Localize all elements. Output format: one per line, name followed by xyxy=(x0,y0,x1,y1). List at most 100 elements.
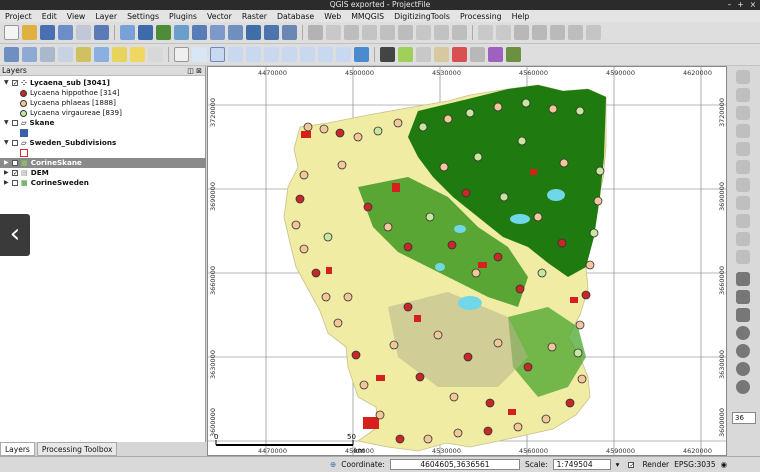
map-tips-icon[interactable] xyxy=(380,47,395,62)
print-composer-icon[interactable] xyxy=(76,25,91,40)
advanced-digitize-icon[interactable] xyxy=(736,308,750,322)
menu-help[interactable]: Help xyxy=(512,12,530,21)
plugin-icon[interactable] xyxy=(416,47,431,62)
messages-icon[interactable]: ◉ xyxy=(721,460,728,469)
menu-project[interactable]: Project xyxy=(5,12,32,21)
digitize-tool-icon[interactable] xyxy=(736,232,750,246)
undo-icon[interactable] xyxy=(478,25,493,40)
composer-manager-icon[interactable] xyxy=(94,25,109,40)
zoom-to-layer-icon[interactable] xyxy=(300,47,315,62)
advanced-digitize-icon[interactable] xyxy=(736,380,750,394)
add-wcs-layer-icon[interactable] xyxy=(246,25,261,40)
digitize-tool-icon[interactable] xyxy=(736,196,750,210)
select-features-icon[interactable] xyxy=(40,47,55,62)
menu-settings[interactable]: Settings xyxy=(127,12,159,21)
identify-icon[interactable] xyxy=(4,47,19,62)
move-feature-icon[interactable] xyxy=(362,25,377,40)
menu-raster[interactable]: Raster xyxy=(242,12,267,21)
save-edits-icon[interactable] xyxy=(326,25,341,40)
layer-visibility-checkbox[interactable]: ✓ xyxy=(12,80,18,87)
delete-selected-icon[interactable] xyxy=(398,25,413,40)
zoom-next-icon[interactable] xyxy=(336,47,351,62)
plugin-icon-2[interactable] xyxy=(434,47,449,62)
add-feature-icon[interactable] xyxy=(344,25,359,40)
python-console-icon[interactable] xyxy=(398,47,413,62)
add-vector-layer-icon[interactable] xyxy=(120,25,135,40)
text-annotation-icon[interactable] xyxy=(130,47,145,62)
digitize-tool-icon[interactable] xyxy=(736,88,750,102)
save-as-icon[interactable] xyxy=(58,25,73,40)
annotation-icon[interactable] xyxy=(112,47,127,62)
add-oracle-layer-icon[interactable] xyxy=(210,25,225,40)
add-mssql-layer-icon[interactable] xyxy=(192,25,207,40)
minimize-button[interactable]: – xyxy=(728,0,732,10)
advanced-digitize-icon[interactable] xyxy=(736,290,750,304)
menu-edit[interactable]: Edit xyxy=(42,12,57,21)
maximize-button[interactable]: + xyxy=(737,0,743,10)
expand-arrow-icon[interactable]: ▶ xyxy=(4,158,12,168)
pan-icon[interactable] xyxy=(174,47,189,62)
coordinate-icon[interactable]: ⊕ xyxy=(330,460,336,469)
panel-float-close-icon[interactable]: ◫ ⊠ xyxy=(187,66,202,76)
layer-corineskane[interactable]: ▶ ✓ ▦ CorineSkane xyxy=(0,158,206,168)
digitize-tool-icon[interactable] xyxy=(736,106,750,120)
menu-vector[interactable]: Vector xyxy=(207,12,232,21)
advanced-digitize-icon[interactable] xyxy=(736,272,750,286)
layer-visibility-checkbox[interactable]: ✓ xyxy=(12,160,18,167)
paste-features-icon[interactable] xyxy=(452,25,467,40)
open-project-icon[interactable] xyxy=(22,25,37,40)
layer-visibility-checkbox[interactable] xyxy=(12,140,18,146)
plugin-icon-3[interactable] xyxy=(452,47,467,62)
menu-web[interactable]: Web xyxy=(324,12,341,21)
expand-arrow-icon[interactable]: ▼ xyxy=(4,138,12,148)
layer-visibility-checkbox[interactable] xyxy=(12,120,18,126)
add-wfs-layer-icon[interactable] xyxy=(264,25,279,40)
map-canvas[interactable]: 4470000 4500000 4530000 4560000 4590000 … xyxy=(207,66,727,456)
toggle-editing-icon[interactable] xyxy=(308,25,323,40)
digitize-tool-icon[interactable] xyxy=(736,160,750,174)
advanced-digitize-icon[interactable] xyxy=(736,362,750,376)
expand-arrow-icon[interactable]: ▼ xyxy=(4,78,12,88)
menu-plugins[interactable]: Plugins xyxy=(169,12,197,21)
rotate-label-icon[interactable] xyxy=(514,25,529,40)
node-tool-icon[interactable] xyxy=(380,25,395,40)
zoom-actual-size-icon[interactable] xyxy=(246,47,261,62)
add-postgis-layer-icon[interactable] xyxy=(156,25,171,40)
menu-view[interactable]: View xyxy=(67,12,86,21)
expand-arrow-icon[interactable]: ▼ xyxy=(4,118,12,128)
advanced-digitize-icon[interactable] xyxy=(736,326,750,340)
search-icon[interactable] xyxy=(22,47,37,62)
pin-labels-icon[interactable] xyxy=(586,25,601,40)
layer-dem[interactable]: ▶ ✓ ▤ DEM xyxy=(4,168,49,178)
zoom-to-selection-icon[interactable] xyxy=(282,47,297,62)
expand-arrow-icon[interactable]: ▶ xyxy=(4,168,12,178)
measure-icon[interactable] xyxy=(148,47,163,62)
redo-icon[interactable] xyxy=(496,25,511,40)
label-tool-icon[interactable] xyxy=(550,25,565,40)
plugin-icon-4[interactable] xyxy=(470,47,485,62)
layer-visibility-checkbox[interactable] xyxy=(12,180,18,186)
menu-database[interactable]: Database xyxy=(277,12,314,21)
new-project-icon[interactable] xyxy=(4,25,19,40)
menu-digitizingtools[interactable]: DigitizingTools xyxy=(394,12,450,21)
field-calculator-icon[interactable] xyxy=(94,47,109,62)
layer-sweden-subdivisions[interactable]: ▼ ▱ Sweden_Subdivisions xyxy=(4,138,116,148)
rotation-field[interactable]: 36 xyxy=(732,412,756,424)
crs-label[interactable]: EPSG:3035 xyxy=(674,460,715,469)
refresh-icon[interactable] xyxy=(354,47,369,62)
tab-layers[interactable]: Layers xyxy=(0,442,35,456)
render-checkbox[interactable]: ✓ xyxy=(628,461,634,468)
scale-combobox[interactable]: 1:749504 xyxy=(552,459,611,470)
move-label-icon[interactable] xyxy=(568,25,583,40)
add-raster-layer-icon[interactable] xyxy=(138,25,153,40)
tab-processing-toolbox[interactable]: Processing Toolbox xyxy=(36,442,118,456)
plugin-icon-6[interactable] xyxy=(506,47,521,62)
menu-processing[interactable]: Processing xyxy=(460,12,502,21)
expand-arrow-icon[interactable]: ▶ xyxy=(4,178,12,188)
layer-skane[interactable]: ▼ ▱ Skane xyxy=(4,118,54,128)
advanced-digitize-icon[interactable] xyxy=(736,344,750,358)
pan-to-selection-icon[interactable] xyxy=(192,47,207,62)
menu-layer[interactable]: Layer xyxy=(95,12,117,21)
close-button[interactable]: × xyxy=(750,0,756,10)
layer-visibility-checkbox[interactable]: ✓ xyxy=(12,170,18,177)
